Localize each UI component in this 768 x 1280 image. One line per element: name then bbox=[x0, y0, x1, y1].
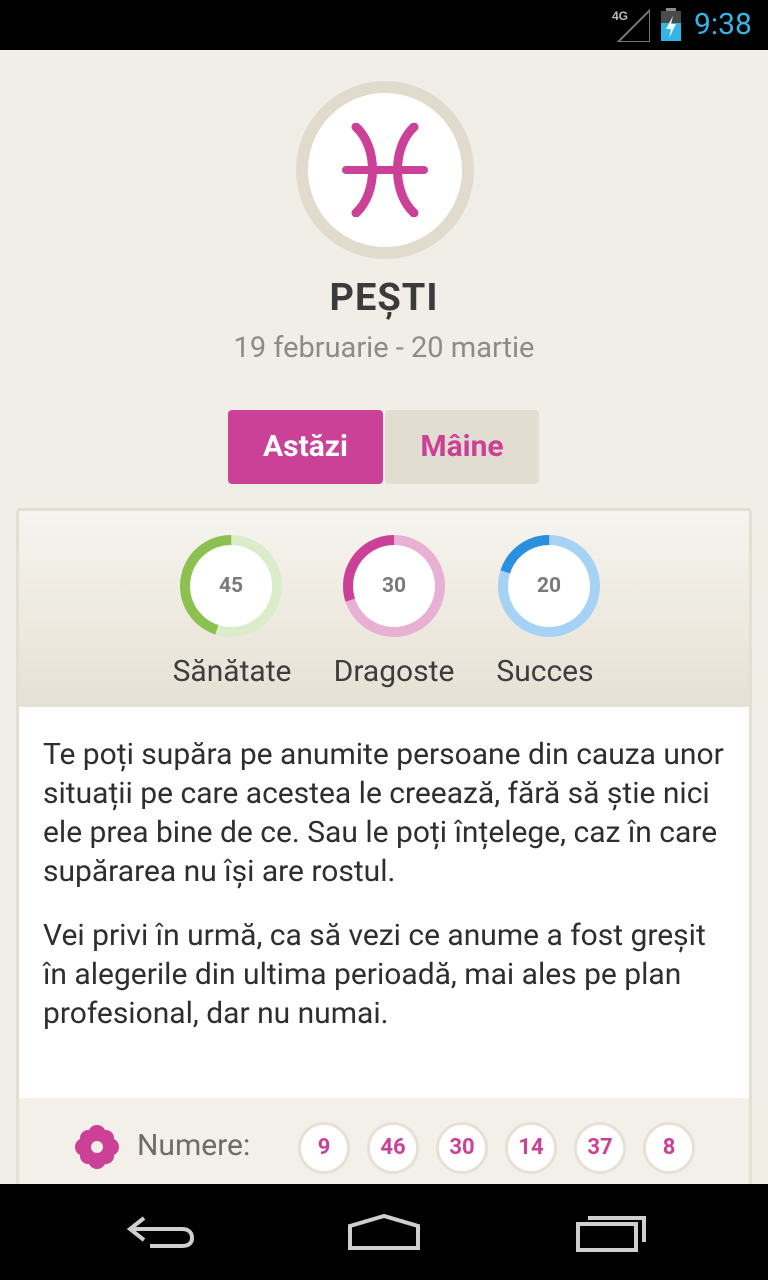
flower-icon bbox=[75, 1125, 119, 1169]
stat-value-success: 20 bbox=[536, 574, 562, 598]
home-icon[interactable] bbox=[344, 1210, 424, 1254]
stat-value-love: 30 bbox=[381, 574, 407, 598]
horoscope-paragraph: Te poți supăra pe anumite persoane din c… bbox=[43, 737, 724, 889]
stats-panel: 45 30 20 Sănătate Dragoste Succes bbox=[19, 511, 749, 707]
sign-emblem bbox=[296, 81, 474, 259]
lucky-number: 8 bbox=[643, 1122, 695, 1174]
numbers-label: Numere: bbox=[137, 1128, 251, 1163]
sign-name: PEȘTI bbox=[329, 276, 439, 320]
clock: 9:38 bbox=[694, 7, 752, 42]
signal-icon: 4G bbox=[612, 8, 650, 42]
horoscope-paragraph: Vei privi în urmă, ca să vezi ce anume a… bbox=[43, 918, 706, 1031]
back-icon[interactable] bbox=[122, 1210, 202, 1254]
lucky-number: 46 bbox=[367, 1122, 419, 1174]
stat-label-success: Succes bbox=[496, 654, 594, 689]
horoscope-card: 45 30 20 Sănătate Dragoste Succes Te poț… bbox=[16, 508, 752, 1198]
lucky-numbers-bar: Numere: 9 46 30 14 37 8 bbox=[19, 1098, 749, 1195]
network-type: 4G bbox=[612, 9, 628, 23]
lucky-number: 37 bbox=[574, 1122, 626, 1174]
battery-charging-icon bbox=[661, 8, 681, 41]
pisces-icon bbox=[342, 123, 428, 217]
stat-ring-success: 20 bbox=[496, 533, 602, 639]
stat-ring-love: 30 bbox=[341, 533, 447, 639]
status-bar: 4G 9:38 bbox=[0, 0, 768, 50]
tab-today[interactable]: Astăzi bbox=[228, 410, 383, 484]
stat-label-health: Sănătate bbox=[172, 654, 292, 689]
lucky-number: 9 bbox=[298, 1122, 350, 1174]
sign-dates: 19 februarie - 20 martie bbox=[233, 331, 535, 365]
stat-value-health: 45 bbox=[218, 574, 244, 598]
stat-label-love: Dragoste bbox=[333, 654, 455, 689]
tab-tomorrow[interactable]: Mâine bbox=[385, 410, 539, 484]
recent-apps-icon[interactable] bbox=[570, 1210, 650, 1254]
navigation-bar bbox=[0, 1184, 768, 1280]
lucky-number: 30 bbox=[436, 1122, 488, 1174]
lucky-number: 14 bbox=[505, 1122, 557, 1174]
stat-ring-health: 45 bbox=[178, 533, 284, 639]
horoscope-text: Te poți supăra pe anumite persoane din c… bbox=[19, 707, 749, 1058]
